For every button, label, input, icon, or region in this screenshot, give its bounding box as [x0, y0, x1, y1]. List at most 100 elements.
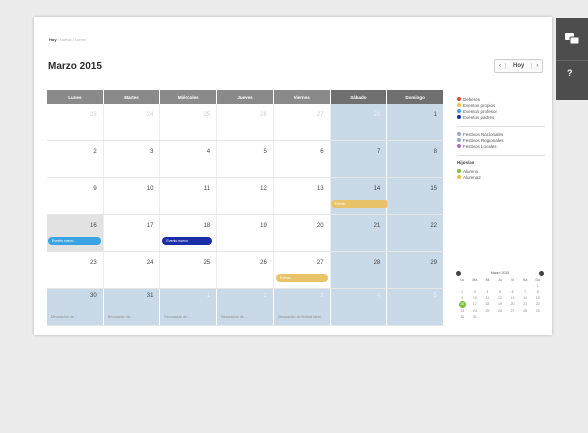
day-number: 1	[206, 293, 211, 299]
day-cell[interactable]: 31 Decoración de...	[103, 289, 161, 325]
day-cell[interactable]: 19	[217, 215, 274, 251]
event-pill[interactable]: Evento	[275, 274, 328, 282]
mini-day[interactable]: 17	[469, 301, 482, 308]
day-cell[interactable]: 27	[273, 104, 331, 140]
mini-day	[531, 314, 544, 320]
day-cell[interactable]: 15	[387, 178, 444, 214]
day-cell[interactable]: 3 Decoración de festival ideal...	[273, 289, 331, 325]
day-cell-today[interactable]: 16 Evento nuevo	[47, 215, 104, 251]
day-cell[interactable]: 8	[387, 141, 444, 177]
week-row: 23 24 25 26 27 Evento 28 29	[47, 252, 444, 289]
day-cell[interactable]: 23	[47, 252, 104, 288]
help-button[interactable]: ?	[567, 68, 573, 78]
chat-button[interactable]	[556, 18, 588, 61]
day-cell[interactable]: 26	[217, 252, 274, 288]
day-number: 3	[150, 149, 154, 155]
day-number: 6	[320, 149, 324, 155]
day-cell[interactable]: 30 Decoración de...	[47, 289, 104, 325]
day-cell[interactable]: 12	[217, 178, 274, 214]
day-number: 4	[206, 149, 211, 155]
day-cell[interactable]: 22	[387, 215, 444, 251]
day-cell[interactable]: 1	[387, 104, 444, 140]
day-cell[interactable]: 4	[330, 289, 388, 325]
legend-label: Deberes	[463, 96, 481, 102]
green-dot-icon	[457, 169, 461, 173]
legend-label: Festivos Locales	[463, 143, 497, 149]
legend-divider	[457, 155, 545, 156]
legend-item[interactable]: Festivos Locales	[457, 143, 545, 149]
week-row: 23 24 25 26 27 28 1	[47, 104, 444, 141]
event-pill[interactable]: Evento nuevo	[162, 237, 213, 245]
weekday-label: Lunes	[47, 90, 104, 104]
day-number: 5	[263, 149, 267, 155]
day-cell[interactable]: 10	[103, 178, 161, 214]
prev-month-button[interactable]: ‹	[495, 63, 505, 69]
day-cell[interactable]: 13	[273, 178, 331, 214]
day-cell[interactable]: 23	[47, 104, 104, 140]
day-cell[interactable]: 11	[160, 178, 218, 214]
day-cell[interactable]: 14 Evento	[330, 178, 390, 214]
mini-day[interactable]: 22	[531, 301, 544, 308]
day-cell[interactable]: 26	[217, 104, 274, 140]
day-cell[interactable]: 24	[103, 104, 161, 140]
day-cell[interactable]: 1 Decoración de...	[160, 289, 218, 325]
breadcrumb-third: Lorem	[74, 37, 87, 42]
day-cell[interactable]: 9	[47, 178, 104, 214]
day-cell[interactable]: 28	[330, 252, 388, 288]
mini-day[interactable]: 16	[456, 301, 469, 308]
day-cell[interactable]: 7	[330, 141, 388, 177]
weekday-header: Lunes Martes Miércoles Jueves Viernes Sá…	[47, 90, 444, 104]
breadcrumb: Hoy / Nueva / Lorem	[49, 37, 86, 42]
day-cell[interactable]: 3	[103, 141, 161, 177]
day-cell[interactable]: 2	[47, 141, 104, 177]
weekday-label: Sábado	[330, 90, 388, 104]
day-cell[interactable]: 29	[387, 252, 444, 288]
day-cell[interactable]: 24	[103, 252, 161, 288]
event-pill[interactable]: Evento	[330, 200, 390, 208]
legend-item[interactable]: Alumna2	[457, 174, 545, 180]
day-cell[interactable]: 20	[273, 215, 331, 251]
holiday-dot-icon	[457, 138, 461, 142]
day-number: 13	[316, 186, 324, 192]
day-cell[interactable]: 2 Decoración de...	[217, 289, 274, 325]
day-number: 26	[260, 112, 267, 118]
day-cell[interactable]: 5	[217, 141, 274, 177]
calendar-card: Hoy / Nueva / Lorem Marzo 2015 ‹ Hoy › L…	[34, 17, 552, 335]
day-number: 31	[146, 293, 154, 299]
month-grid: Lunes Martes Miércoles Jueves Viernes Sá…	[47, 90, 444, 326]
mini-calendar: Marzo 2015 Lu Ma Mi Ju Vi Sá Do 12345678…	[456, 269, 544, 320]
day-cell[interactable]: 18 Evento nuevo	[160, 215, 218, 251]
day-cell[interactable]: 6	[273, 141, 331, 177]
mini-day[interactable]: 18	[481, 301, 494, 308]
day-number: 2	[263, 293, 267, 299]
legend-item[interactable]: Eventos padres	[457, 114, 545, 120]
navy-dot-icon	[457, 115, 461, 119]
weekday-label: Domingo	[387, 90, 444, 104]
day-cell[interactable]: 25	[160, 252, 218, 288]
breadcrumb-home[interactable]: Hoy	[49, 37, 57, 42]
day-cell[interactable]: 28	[330, 104, 388, 140]
day-cell[interactable]: 25	[160, 104, 218, 140]
day-number: 16	[90, 223, 97, 229]
mini-day[interactable]: 21	[519, 301, 532, 308]
legend-label: Festivos Regionales	[463, 137, 504, 143]
mini-day[interactable]: 20	[506, 301, 519, 308]
mini-day[interactable]: 19	[494, 301, 507, 308]
mini-day[interactable]: 31	[469, 314, 482, 320]
mini-day[interactable]: 30	[456, 314, 469, 320]
next-month-button[interactable]: ›	[532, 63, 542, 69]
day-number: 25	[203, 112, 211, 118]
day-number: 30	[90, 293, 97, 299]
mini-prev-icon[interactable]	[456, 270, 461, 276]
day-cell[interactable]: 27 Evento	[273, 252, 331, 288]
breadcrumb-second[interactable]: Nueva	[60, 37, 72, 42]
mini-next-icon[interactable]	[538, 270, 544, 276]
day-cell[interactable]: 17	[103, 215, 161, 251]
day-cell[interactable]: 5	[387, 289, 444, 325]
day-cell[interactable]: 21	[330, 215, 388, 251]
weekday-label: Martes	[103, 90, 161, 104]
day-cell[interactable]: 4	[160, 141, 218, 177]
today-button[interactable]: Hoy	[505, 63, 533, 69]
event-pill[interactable]: Evento nuevo	[48, 237, 101, 245]
chat-icon	[565, 33, 580, 45]
